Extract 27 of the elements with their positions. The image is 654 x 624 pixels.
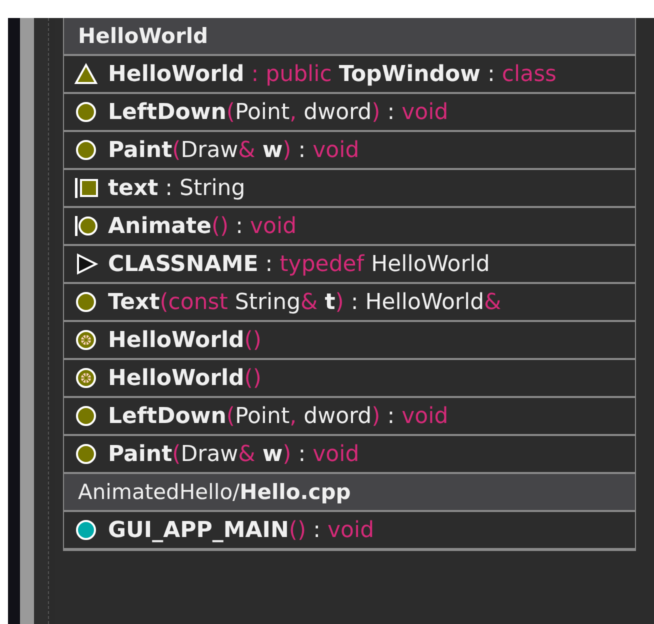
member-signature: Animate() : void [108, 214, 297, 238]
group-header[interactable]: HelloWorld [64, 18, 635, 56]
play-icon [74, 252, 98, 276]
circle-icon [74, 518, 98, 542]
constructor-icon [74, 366, 98, 390]
member-signature: Text(const String& t) : HelloWorld& [108, 290, 502, 314]
circle-icon [74, 138, 98, 162]
member-signature: LeftDown(Point, dword) : void [108, 404, 448, 428]
splitter-handle[interactable] [48, 18, 55, 624]
circle-icon [74, 100, 98, 124]
member-signature: HelloWorld() [108, 328, 262, 352]
member-signature: GUI_APP_MAIN() : void [108, 518, 374, 542]
member-signature: CLASSNAME : typedef HelloWorld [108, 252, 490, 276]
member-signature: text : String [108, 176, 246, 200]
field-icon [74, 176, 98, 200]
member-signature: HelloWorld() [108, 366, 262, 390]
member-signature: Paint(Draw& w) : void [108, 138, 360, 162]
private-method-icon [74, 214, 98, 238]
member-signature: Paint(Draw& w) : void [108, 442, 360, 466]
member-signature: HelloWorld : public TopWindow : class [108, 62, 556, 86]
triangle-icon [74, 62, 98, 86]
group-header[interactable]: AnimatedHello/Hello.cpp [64, 474, 635, 512]
circle-icon [74, 404, 98, 428]
circle-icon [74, 442, 98, 466]
circle-icon [74, 290, 98, 314]
constructor-icon [74, 328, 98, 352]
member-signature: LeftDown(Point, dword) : void [108, 100, 448, 124]
